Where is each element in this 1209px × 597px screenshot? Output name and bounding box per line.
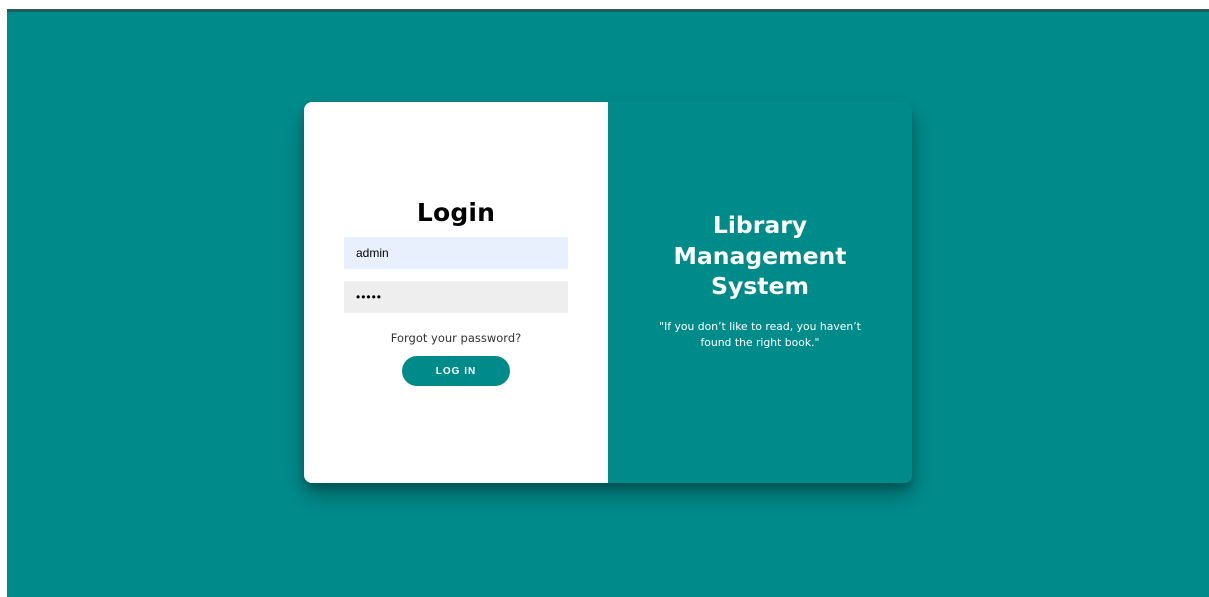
top-strip (7, 9, 1209, 12)
quote-text: "If you don’t like to read, you haven’t … (659, 320, 861, 349)
system-title: Library Management System (608, 210, 912, 302)
info-panel: Library Management System "If you don’t … (608, 102, 912, 483)
login-panel: Login Forgot your password? LOG IN (304, 102, 608, 483)
login-title: Login (416, 198, 496, 227)
system-title-line: Library (712, 211, 808, 239)
login-card: Login Forgot your password? LOG IN Libra… (304, 102, 912, 483)
username-input[interactable] (344, 237, 568, 269)
login-button[interactable]: LOG IN (402, 356, 510, 386)
forgot-password-link[interactable]: Forgot your password? (304, 331, 608, 345)
page-background: Login Forgot your password? LOG IN Libra… (7, 9, 1209, 597)
system-title-line: System (711, 272, 809, 300)
password-input[interactable] (344, 281, 568, 313)
system-title-line: Management (673, 241, 847, 270)
